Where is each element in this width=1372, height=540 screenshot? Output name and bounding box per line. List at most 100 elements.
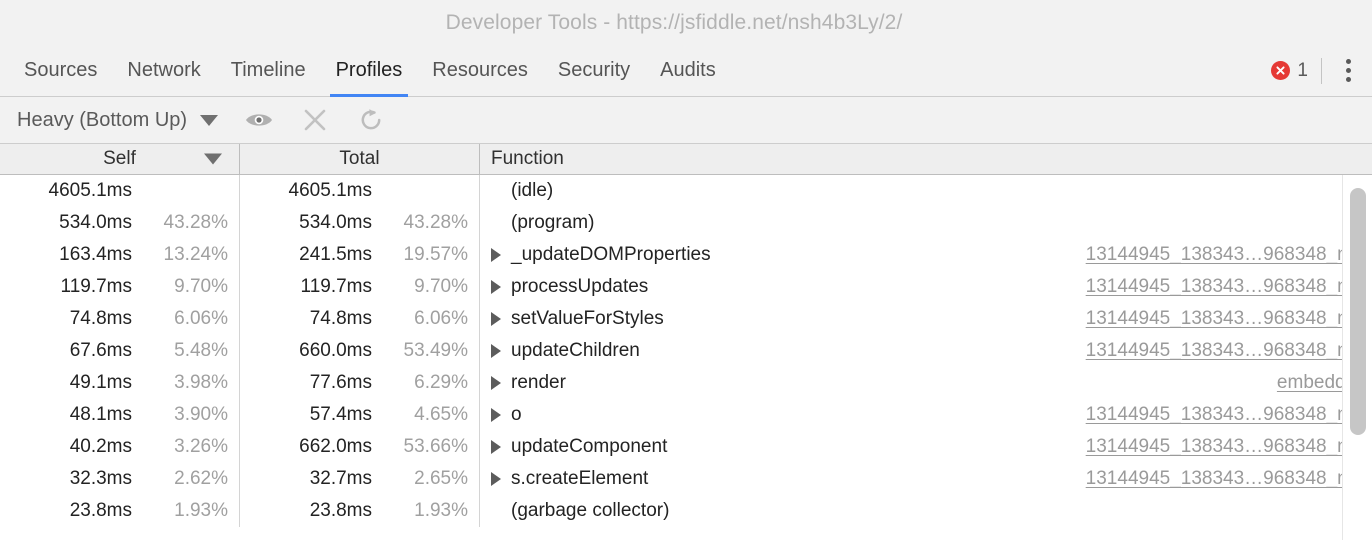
function-name: render bbox=[511, 372, 566, 393]
tab-timeline[interactable]: Timeline bbox=[216, 45, 321, 96]
disclosure-triangle-icon[interactable] bbox=[491, 472, 511, 486]
total-time-value: 662.0ms bbox=[299, 436, 372, 457]
error-counter[interactable]: 1 bbox=[1271, 60, 1321, 82]
grid-body: 4605.1ms 4605.1ms (idle) 534.0ms 43.28% 534.0… bbox=[0, 175, 1372, 540]
triangle-right-icon bbox=[491, 344, 501, 358]
function-name: o bbox=[511, 404, 522, 425]
triangle-right-icon bbox=[491, 312, 501, 326]
source-url-link[interactable]: 13144945_138343…968348_n.js: bbox=[1086, 340, 1372, 362]
kebab-dot bbox=[1345, 59, 1351, 64]
tab-profiles[interactable]: Profiles bbox=[321, 45, 418, 97]
source-url-link[interactable]: 13144945_138343…968348_n.js: bbox=[1086, 436, 1372, 458]
cell-total: 77.6ms 6.29% bbox=[240, 367, 480, 399]
eye-icon[interactable] bbox=[244, 105, 274, 135]
total-time-value: 660.0ms bbox=[299, 340, 372, 361]
close-x-icon[interactable] bbox=[300, 105, 330, 135]
column-header-self[interactable]: Self bbox=[0, 144, 240, 174]
cell-function: processUpdates 13144945_138343…968348_n.j… bbox=[480, 271, 1372, 303]
column-header-label: Total bbox=[339, 148, 380, 169]
table-row[interactable]: 48.1ms 3.90% 57.4ms 4.65% o 13144945_138343…9… bbox=[0, 399, 1372, 431]
triangle-right-icon bbox=[491, 248, 501, 262]
total-percent-value: 53.66% bbox=[403, 436, 468, 457]
self-percent-value: 5.48% bbox=[174, 340, 228, 361]
cell-self: 23.8ms 1.93% bbox=[0, 495, 240, 527]
devtools-window: Developer Tools - https://jsfiddle.net/n… bbox=[0, 0, 1372, 540]
refresh-icon[interactable] bbox=[356, 105, 386, 135]
total-time-value: 77.6ms bbox=[309, 372, 372, 393]
total-time-value: 534.0ms bbox=[299, 212, 372, 233]
cell-self: 163.4ms 13.24% bbox=[0, 239, 240, 271]
tab-security[interactable]: Security bbox=[543, 45, 645, 96]
column-header-total[interactable]: Total bbox=[240, 144, 480, 174]
disclosure-triangle-icon[interactable] bbox=[491, 344, 511, 358]
self-time-value: 74.8ms bbox=[69, 308, 132, 329]
grid-header-row: Self Total Function bbox=[0, 144, 1372, 175]
tab-label: Resources bbox=[432, 59, 528, 81]
tab-label: Network bbox=[127, 59, 201, 81]
column-header-label: Self bbox=[103, 148, 136, 169]
tab-network[interactable]: Network bbox=[112, 45, 215, 96]
cell-function: _updateDOMProperties 13144945_138343…9683… bbox=[480, 239, 1372, 271]
table-row[interactable]: 119.7ms 9.70% 119.7ms 9.70% processUpdates 13… bbox=[0, 271, 1372, 303]
disclosure-triangle-icon[interactable] bbox=[491, 280, 511, 294]
source-url-link[interactable]: 13144945_138343…968348_n.js: bbox=[1086, 404, 1372, 426]
vertical-scrollbar[interactable] bbox=[1342, 175, 1372, 540]
table-row[interactable]: 67.6ms 5.48% 660.0ms 53.49% updateChildren 13… bbox=[0, 335, 1372, 367]
scrollbar-thumb[interactable] bbox=[1350, 188, 1366, 435]
tab-bar-right-controls: 1 bbox=[1271, 45, 1372, 96]
disclosure-triangle-icon[interactable] bbox=[491, 376, 511, 390]
disclosure-triangle-icon[interactable] bbox=[491, 248, 511, 262]
function-name: (garbage collector) bbox=[511, 500, 670, 521]
total-percent-value: 6.29% bbox=[414, 372, 468, 393]
self-percent-value: 43.28% bbox=[163, 212, 228, 233]
total-time-value: 241.5ms bbox=[299, 244, 372, 265]
source-url-link[interactable]: 13144945_138343…968348_n.js: bbox=[1086, 468, 1372, 490]
cell-function: updateComponent 13144945_138343…968348_n.… bbox=[480, 431, 1372, 463]
total-percent-value: 4.65% bbox=[414, 404, 468, 425]
table-row[interactable]: 49.1ms 3.98% 77.6ms 6.29% render embedded: bbox=[0, 367, 1372, 399]
column-header-function[interactable]: Function bbox=[480, 144, 1372, 174]
total-time-value: 57.4ms bbox=[309, 404, 372, 425]
table-row[interactable]: 74.8ms 6.06% 74.8ms 6.06% setValueForStyles 1… bbox=[0, 303, 1372, 335]
cell-total: 662.0ms 53.66% bbox=[240, 431, 480, 463]
total-percent-value: 1.93% bbox=[414, 500, 468, 521]
table-row[interactable]: 23.8ms 1.93% 23.8ms 1.93% (garbage collector… bbox=[0, 495, 1372, 527]
kebab-dot bbox=[1345, 68, 1351, 73]
cell-self: 534.0ms 43.28% bbox=[0, 207, 240, 239]
source-url-link[interactable]: 13144945_138343…968348_n.js: bbox=[1086, 244, 1372, 266]
profile-data-grid: Self Total Function 4605.1ms 4605.1ms (idl… bbox=[0, 144, 1372, 540]
tab-resources[interactable]: Resources bbox=[417, 45, 543, 96]
table-row[interactable]: 32.3ms 2.62% 32.7ms 2.65% s.createElement 131… bbox=[0, 463, 1372, 495]
tab-sources[interactable]: Sources bbox=[9, 45, 112, 96]
disclosure-triangle-icon[interactable] bbox=[491, 312, 511, 326]
disclosure-triangle-icon[interactable] bbox=[491, 408, 511, 422]
table-row[interactable]: 534.0ms 43.28% 534.0ms 43.28% (program) bbox=[0, 207, 1372, 239]
cell-self: 4605.1ms bbox=[0, 175, 240, 207]
function-name: (program) bbox=[511, 212, 595, 233]
source-url-link[interactable]: 13144945_138343…968348_n.js: bbox=[1086, 308, 1372, 330]
cell-self: 40.2ms 3.26% bbox=[0, 431, 240, 463]
function-name: (idle) bbox=[511, 180, 554, 201]
disclosure-triangle-icon[interactable] bbox=[491, 440, 511, 454]
self-time-value: 48.1ms bbox=[69, 404, 132, 425]
self-percent-value: 3.90% bbox=[174, 404, 228, 425]
total-percent-value: 2.65% bbox=[414, 468, 468, 489]
tab-bar-spacer bbox=[731, 45, 1272, 96]
kebab-menu-icon[interactable] bbox=[1337, 56, 1359, 86]
total-percent-value: 9.70% bbox=[414, 276, 468, 297]
tab-list: Sources Network Timeline Profiles Resour… bbox=[0, 45, 731, 97]
table-row[interactable]: 4605.1ms 4605.1ms (idle) bbox=[0, 175, 1372, 207]
cell-total: 57.4ms 4.65% bbox=[240, 399, 480, 431]
source-url-link[interactable]: 13144945_138343…968348_n.js: bbox=[1086, 276, 1372, 298]
triangle-right-icon bbox=[491, 408, 501, 422]
table-row[interactable]: 40.2ms 3.26% 662.0ms 53.66% updateComponent 1… bbox=[0, 431, 1372, 463]
view-mode-dropdown[interactable]: Heavy (Bottom Up) bbox=[17, 109, 219, 132]
tab-audits[interactable]: Audits bbox=[645, 45, 731, 96]
table-row[interactable]: 163.4ms 13.24% 241.5ms 19.57% _updateDOMProp… bbox=[0, 239, 1372, 271]
cell-function: (program) bbox=[480, 207, 1372, 239]
title-bar: Developer Tools - https://jsfiddle.net/n… bbox=[0, 0, 1372, 45]
cell-function: o 13144945_138343…968348_n.js: bbox=[480, 399, 1372, 431]
total-percent-value: 53.49% bbox=[403, 340, 468, 361]
self-percent-value: 3.98% bbox=[174, 372, 228, 393]
cell-total: 534.0ms 43.28% bbox=[240, 207, 480, 239]
